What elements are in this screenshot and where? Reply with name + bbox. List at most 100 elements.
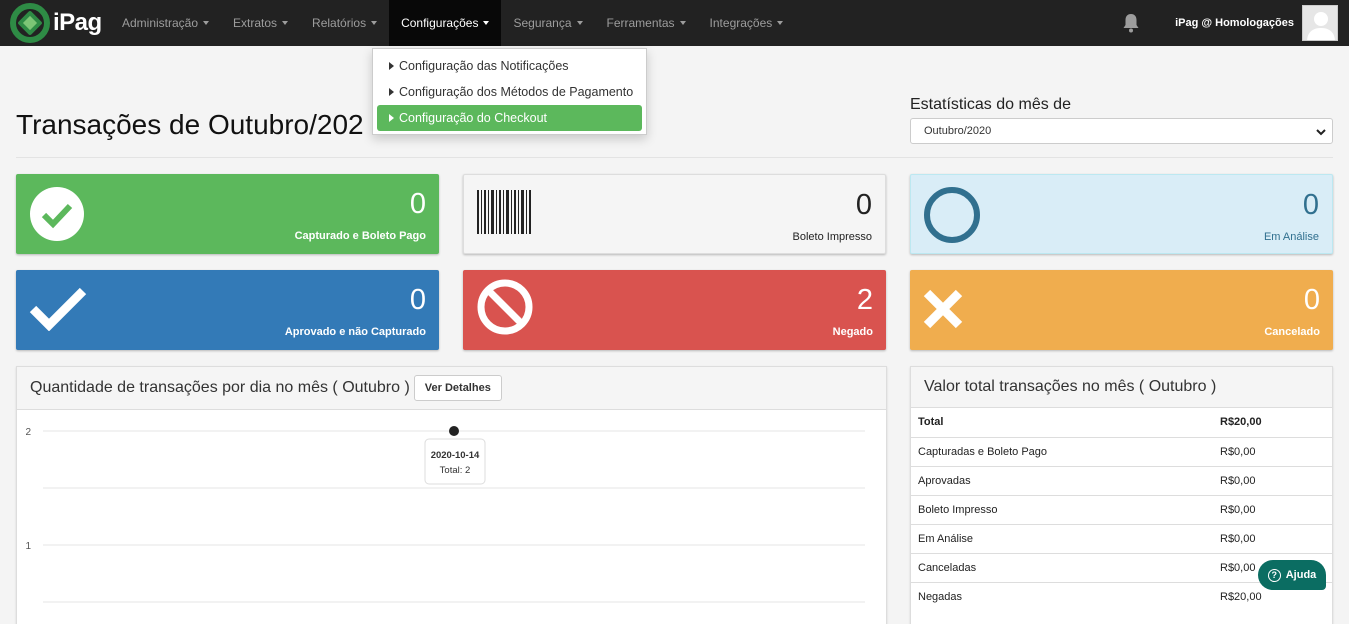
nav-label: Extratos xyxy=(233,16,278,30)
totals-row-value: R$0,00 xyxy=(1220,494,1332,524)
totals-row-label: Total xyxy=(918,416,944,429)
card-value: 0 xyxy=(1302,189,1319,221)
menu-item-config-checkout[interactable]: Configuração do Checkout xyxy=(377,105,642,131)
caret-right-icon xyxy=(389,62,394,70)
card-em-analise[interactable]: 0 Em Análise xyxy=(910,174,1333,254)
ban-icon xyxy=(477,279,533,335)
nav-label: Integrações xyxy=(709,16,773,30)
ver-detalhes-button[interactable]: Ver Detalhes xyxy=(413,375,502,401)
chart-panel: Quantidade de transações por dia no mês … xyxy=(16,366,887,624)
nav-label: Configurações xyxy=(401,16,479,30)
card-negado[interactable]: 2 Negado xyxy=(463,270,886,350)
help-button[interactable]: ? Ajuda xyxy=(1258,560,1326,590)
card-value: 0 xyxy=(409,284,426,316)
totals-row-label: Aprovadas xyxy=(911,465,1220,495)
question-circle-icon: ? xyxy=(1267,568,1281,582)
caret-down-icon xyxy=(679,21,686,25)
card-value: 0 xyxy=(1303,284,1320,316)
totals-row: Total R$20,00 xyxy=(911,408,1332,437)
chart-panel-title: Quantidade de transações por dia no mês … xyxy=(30,379,410,396)
caret-down-icon xyxy=(777,21,784,25)
totals-row-label: Boleto Impresso xyxy=(911,494,1220,524)
top-navbar: iPag Administração Extratos Relatórios C… xyxy=(0,0,1349,46)
nav-item-administracao[interactable]: Administração xyxy=(110,0,221,46)
notifications-bell-icon[interactable] xyxy=(1111,0,1151,46)
totals-row-label: Canceladas xyxy=(911,552,1220,582)
totals-row-value: R$0,00 xyxy=(1220,523,1332,553)
nav-label: Segurança xyxy=(513,16,572,30)
menu-item-label: Configuração das Notificações xyxy=(399,59,569,73)
card-label: Capturado e Boleto Pago xyxy=(294,230,426,242)
menu-item-config-notificacoes[interactable]: Configuração das Notificações xyxy=(377,53,642,79)
transactions-chart: 2 1 2020-10-14 Total: 2 xyxy=(17,410,886,624)
month-select[interactable]: Outubro/2020 xyxy=(910,118,1333,144)
totals-row-label: Em Análise xyxy=(911,523,1220,553)
nav-label: Relatórios xyxy=(312,16,367,30)
totals-row: Aprovadas R$0,00 xyxy=(911,465,1332,495)
nav-item-integracoes[interactable]: Integrações xyxy=(698,0,796,46)
caret-down-icon xyxy=(483,21,490,25)
totals-row-label: Negadas xyxy=(911,581,1220,611)
totals-row-label: Capturadas e Boleto Pago xyxy=(911,436,1220,466)
card-value: 0 xyxy=(855,189,872,221)
help-label: Ajuda xyxy=(1285,569,1317,581)
brand-name: iPag xyxy=(53,9,102,36)
menu-item-label: Configuração do Checkout xyxy=(399,111,548,125)
user-menu[interactable]: iPag @ Homologações xyxy=(1175,17,1294,29)
month-select-value: Outubro/2020 xyxy=(924,125,992,137)
stats-month-label: Estatísticas do mês de xyxy=(910,96,1071,113)
card-label: Cancelado xyxy=(1264,326,1320,338)
caret-right-icon xyxy=(389,88,394,96)
ipag-logo-icon xyxy=(10,3,50,43)
totals-row: Em Análise R$0,00 xyxy=(911,523,1332,553)
avatar[interactable] xyxy=(1302,5,1338,41)
totals-row-value: R$20,00 xyxy=(1220,416,1262,429)
nav-item-ferramentas[interactable]: Ferramentas xyxy=(595,0,698,46)
chevron-down-icon xyxy=(1316,129,1326,136)
totals-panel-header: Valor total transações no mês ( Outubro … xyxy=(911,367,1332,408)
card-label: Negado xyxy=(832,326,873,338)
caret-right-icon xyxy=(389,114,394,122)
totals-panel-title: Valor total transações no mês ( Outubro … xyxy=(924,378,1217,395)
brand[interactable]: iPag xyxy=(0,0,110,46)
nav-label: Administração xyxy=(122,16,199,30)
times-icon xyxy=(923,289,963,329)
caret-down-icon xyxy=(203,21,210,25)
header-divider xyxy=(16,157,1333,158)
nav-item-seguranca[interactable]: Segurança xyxy=(501,0,594,46)
nav-item-extratos[interactable]: Extratos xyxy=(221,0,300,46)
circle-outline-icon xyxy=(924,187,980,243)
check-icon xyxy=(29,287,87,331)
chart-tooltip-value: Total: 2 xyxy=(440,465,471,476)
menu-item-label: Configuração dos Métodos de Pagamento xyxy=(399,85,634,99)
nav-item-configuracoes[interactable]: Configurações xyxy=(389,0,502,46)
nav-item-relatorios[interactable]: Relatórios xyxy=(300,0,389,46)
chart-y-tick-label: 1 xyxy=(25,541,31,552)
totals-row-value: R$0,00 xyxy=(1220,436,1332,466)
transactions-line-chart: 2 1 2020-10-14 Total: 2 xyxy=(25,426,865,603)
card-capturado[interactable]: 0 Capturado e Boleto Pago xyxy=(16,174,439,254)
card-aprovado[interactable]: 0 Aprovado e não Capturado xyxy=(16,270,439,350)
caret-down-icon xyxy=(576,21,583,25)
card-label: Boleto Impresso xyxy=(792,231,872,243)
chart-panel-header: Quantidade de transações por dia no mês … xyxy=(17,367,886,410)
card-value: 0 xyxy=(409,188,426,220)
card-label: Aprovado e não Capturado xyxy=(284,326,426,338)
totals-row: Boleto Impresso R$0,00 xyxy=(911,494,1332,524)
card-boleto-impresso[interactable]: 0 Boleto Impresso xyxy=(463,174,886,254)
page-title: Transações de Outubro/202 xyxy=(16,109,364,140)
card-cancelado[interactable]: 0 Cancelado xyxy=(910,270,1333,350)
caret-down-icon xyxy=(371,21,378,25)
nav-right: iPag @ Homologações xyxy=(1111,0,1349,46)
chart-tooltip-date: 2020-10-14 xyxy=(431,450,480,461)
chart-data-point xyxy=(449,426,459,436)
card-label: Em Análise xyxy=(1263,231,1319,243)
caret-down-icon xyxy=(282,21,289,25)
barcode-icon xyxy=(477,190,531,234)
chart-tooltip-box xyxy=(424,438,486,485)
totals-row-value: R$0,00 xyxy=(1220,465,1332,495)
menu-item-config-metodos-pagamento[interactable]: Configuração dos Métodos de Pagamento xyxy=(377,79,642,105)
configuracoes-dropdown-menu: Configuração das Notificações Configuraç… xyxy=(372,48,647,135)
nav-label: Ferramentas xyxy=(606,16,675,30)
card-value: 2 xyxy=(856,284,873,316)
